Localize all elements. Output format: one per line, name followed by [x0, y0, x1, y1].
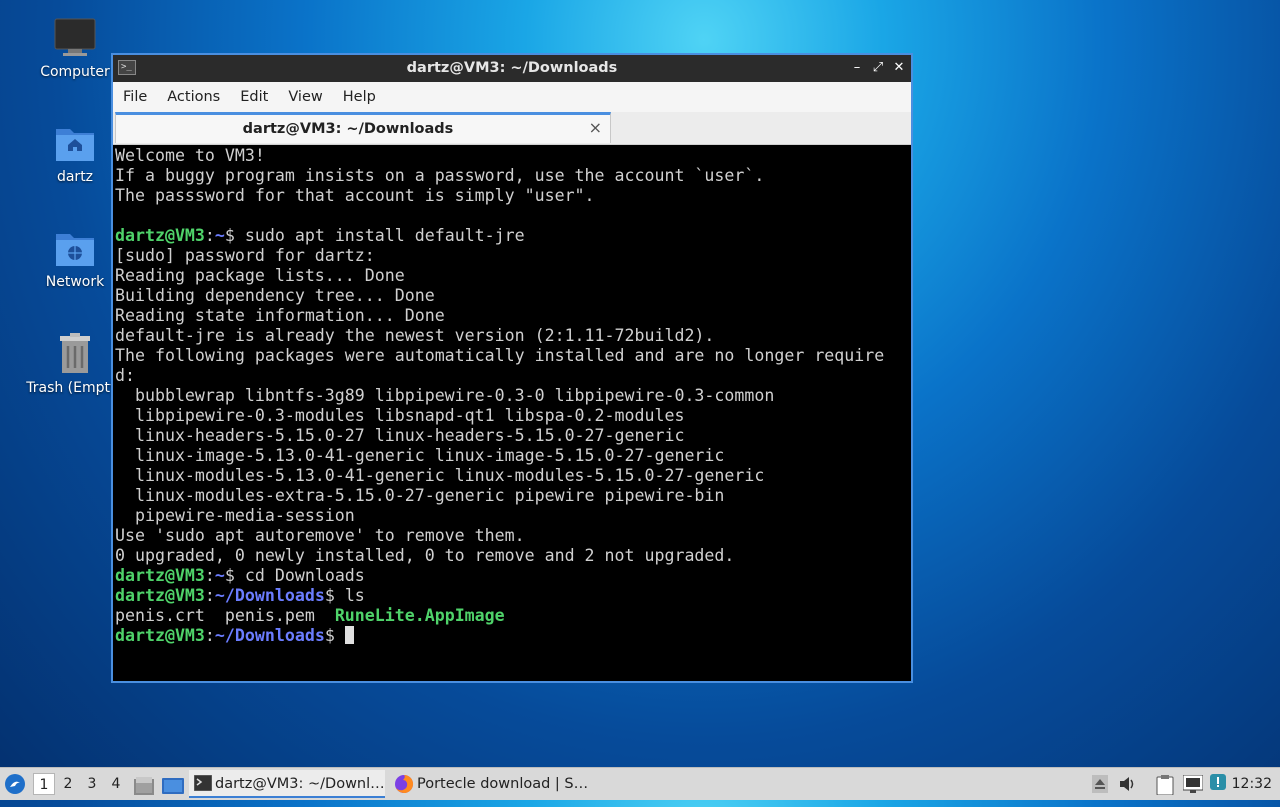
- window-title: dartz@VM3: ~/Downloads: [406, 60, 618, 76]
- tab-bar: dartz@VM3: ~/Downloads ×: [113, 112, 911, 145]
- task-terminal[interactable]: dartz@VM3: ~/Downl…: [189, 770, 385, 798]
- output-line: Reading state information... Done: [115, 306, 445, 325]
- workspace-3[interactable]: 3: [81, 773, 103, 795]
- desktop-icon-home[interactable]: dartz: [25, 123, 125, 185]
- prompt-path: ~/Downloads: [214, 626, 325, 645]
- show-desktop-button[interactable]: [162, 775, 184, 794]
- terminal-output[interactable]: Welcome to VM3! If a buggy program insist…: [113, 145, 911, 681]
- desktop-icon-label: Network: [45, 274, 105, 290]
- workspace-1[interactable]: 1: [33, 773, 55, 795]
- task-label: Portecle download | S…: [417, 776, 589, 792]
- motd-line: If a buggy program insists on a password…: [115, 166, 765, 185]
- menu-bar: File Actions Edit View Help: [113, 82, 911, 112]
- prompt-user: dartz@VM3: [115, 626, 205, 645]
- desktop-icon-trash[interactable]: Trash (Empty): [25, 332, 125, 396]
- clock[interactable]: 12:32: [1232, 768, 1272, 800]
- output-line: The following packages were automaticall…: [115, 346, 885, 365]
- network-icon[interactable]: [1182, 774, 1204, 793]
- motd-line: Welcome to VM3!: [115, 146, 265, 165]
- task-firefox[interactable]: Portecle download | S…: [391, 770, 591, 798]
- workspace-2[interactable]: 2: [57, 773, 79, 795]
- text-cursor: [344, 626, 354, 644]
- file-name: penis.pem: [224, 606, 315, 625]
- desktop-icon-label: Trash (Empty): [26, 380, 124, 396]
- output-line: [sudo] password for dartz:: [115, 246, 375, 265]
- workspace-4[interactable]: 4: [105, 773, 127, 795]
- menu-edit[interactable]: Edit: [230, 82, 278, 112]
- output-line: 0 upgraded, 0 newly installed, 0 to remo…: [115, 546, 735, 565]
- command-text: sudo apt install default-jre: [244, 226, 525, 245]
- desktop-icon-computer[interactable]: Computer: [25, 18, 125, 80]
- output-line: linux-image-5.13.0-41-generic linux-imag…: [115, 446, 725, 465]
- command-line: dartz@VM3:~$ sudo apt install default-jr…: [115, 226, 525, 245]
- prompt-user: dartz@VM3: [115, 566, 205, 585]
- output-line: bubblewrap libntfs-3g89 libpipewire-0.3-…: [115, 386, 775, 405]
- prompt-path: ~: [214, 566, 225, 585]
- ls-output-line: penis.crt penis.pem RuneLite.AppImage: [115, 606, 909, 626]
- desktop-icon: [162, 778, 184, 794]
- prompt-user: dartz@VM3: [115, 586, 205, 605]
- desktop-icon-label: dartz: [56, 169, 94, 185]
- start-menu-button[interactable]: [4, 773, 26, 795]
- home-folder-icon: [56, 129, 94, 161]
- prompt-path: ~/Downloads: [214, 586, 325, 605]
- output-line: linux-modules-5.13.0-41-generic linux-mo…: [115, 466, 765, 485]
- network-folder-icon: [56, 234, 94, 266]
- desktop-icon-network[interactable]: Network: [25, 228, 125, 290]
- output-line: pipewire-media-session: [115, 506, 355, 525]
- volume-icon[interactable]: [1118, 775, 1136, 793]
- menu-help[interactable]: Help: [333, 82, 386, 112]
- firefox-icon: [395, 774, 414, 793]
- computer-icon: [54, 18, 96, 56]
- task-label: dartz@VM3: ~/Downl…: [215, 776, 385, 792]
- update-notifier-icon[interactable]: [1210, 774, 1228, 792]
- output-line: libpipewire-0.3-modules libsnapd-qt1 lib…: [115, 406, 685, 425]
- output-line: Building dependency tree... Done: [115, 286, 435, 305]
- taskbar: 1 2 3 4 dartz@VM3: ~/Downl… Portecle dow…: [0, 767, 1280, 800]
- lubuntu-logo-icon: [5, 774, 25, 794]
- tab-terminal[interactable]: dartz@VM3: ~/Downloads ×: [115, 112, 611, 143]
- command-line: dartz@VM3:~$ cd Downloads: [115, 566, 365, 585]
- prompt-path: ~: [214, 226, 225, 245]
- output-line: linux-headers-5.15.0-27 linux-headers-5.…: [115, 426, 685, 445]
- trash-icon: [60, 333, 90, 373]
- output-line: Reading package lists... Done: [115, 266, 405, 285]
- minimize-button[interactable]: –: [848, 58, 866, 78]
- eject-icon[interactable]: [1092, 775, 1110, 793]
- window-titlebar[interactable]: >_ dartz@VM3: ~/Downloads – ⤢ ✕: [113, 55, 911, 82]
- command-line: dartz@VM3:~/Downloads$ ls: [115, 586, 365, 605]
- tab-title: dartz@VM3: ~/Downloads: [242, 121, 454, 137]
- motd-line: The passsword for that account is simply…: [115, 186, 595, 205]
- close-button[interactable]: ✕: [890, 58, 908, 78]
- command-text: cd Downloads: [244, 566, 365, 585]
- executable-file-name: RuneLite.AppImage: [334, 606, 505, 625]
- prompt-user: dartz@VM3: [115, 226, 205, 245]
- file-name: penis.crt: [115, 606, 205, 625]
- file-manager-icon: [134, 777, 154, 795]
- menu-view[interactable]: View: [278, 82, 332, 112]
- output-line: linux-modules-extra-5.15.0-27-generic pi…: [115, 486, 725, 505]
- terminal-window: >_ dartz@VM3: ~/Downloads – ⤢ ✕ File Acti…: [111, 53, 913, 683]
- clipboard-icon[interactable]: [1156, 775, 1174, 796]
- maximize-button[interactable]: ⤢: [869, 58, 887, 78]
- command-text: ls: [344, 586, 365, 605]
- output-line: default-jre is already the newest versio…: [115, 326, 715, 345]
- output-line: d:: [115, 366, 135, 385]
- desktop-icon-label: Computer: [40, 64, 110, 80]
- tab-close-icon[interactable]: ×: [589, 118, 602, 137]
- file-manager-launcher[interactable]: [134, 775, 154, 795]
- output-line: Use 'sudo apt autoremove' to remove them…: [115, 526, 525, 545]
- command-line: dartz@VM3:~/Downloads$: [115, 626, 909, 646]
- terminal-icon: [194, 775, 212, 791]
- menu-file[interactable]: File: [113, 82, 157, 112]
- menu-actions[interactable]: Actions: [157, 82, 230, 112]
